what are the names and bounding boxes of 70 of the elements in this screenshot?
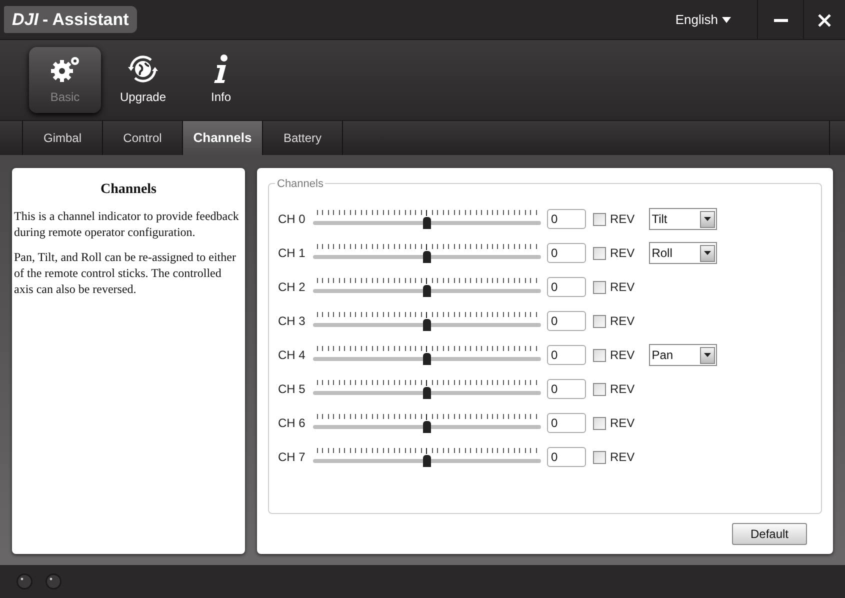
value-field[interactable]: 0 <box>547 379 586 399</box>
channel-label: CH 6 <box>278 415 306 432</box>
channel-label: CH 3 <box>278 313 306 330</box>
caret-icon <box>704 217 711 221</box>
channel-slider[interactable] <box>313 378 541 400</box>
rev-label: REV <box>610 313 635 330</box>
help-paragraph: Pan, Tilt, and Roll can be re-assigned to either of the remote control sticks. The controlled axis can also be reversed. <box>13 249 237 297</box>
channel-slider[interactable] <box>313 310 541 332</box>
rev-checkbox[interactable] <box>593 280 606 294</box>
slider-thumb[interactable] <box>423 251 431 263</box>
rev-checkbox[interactable] <box>593 212 606 226</box>
help-title: Channels <box>99 181 158 199</box>
app-logo: DJI - Assistant <box>4 6 137 33</box>
rev-label: REV <box>610 279 635 296</box>
status-led-icon <box>45 573 62 590</box>
rev-label: REV <box>610 347 635 364</box>
channel-label: CH 2 <box>278 279 306 296</box>
rev-label: REV <box>610 211 635 228</box>
rev-checkbox[interactable] <box>593 246 606 260</box>
value-field[interactable]: 0 <box>547 209 586 229</box>
slider-thumb[interactable] <box>423 353 431 365</box>
caret-icon <box>704 251 711 255</box>
axis-dropdown[interactable]: Pan <box>648 344 717 366</box>
rev-checkbox[interactable] <box>593 348 606 362</box>
axis-dropdown[interactable]: Roll <box>648 242 717 264</box>
rev-checkbox[interactable] <box>593 314 606 328</box>
gear-icon <box>48 54 82 84</box>
rev-label: REV <box>610 415 635 432</box>
caret-icon <box>722 17 731 23</box>
rev-checkbox[interactable] <box>593 382 606 396</box>
channel-slider[interactable] <box>313 412 541 434</box>
slider-thumb[interactable] <box>423 387 431 399</box>
slider-thumb[interactable] <box>423 421 431 433</box>
value-field[interactable]: 0 <box>547 277 586 297</box>
caret-icon <box>704 353 711 357</box>
channel-label: CH 4 <box>278 347 306 364</box>
rev-checkbox[interactable] <box>593 450 606 464</box>
rev-label: REV <box>610 449 635 466</box>
help-paragraph: This is a channel indicator to provide feedback during remote operator configuration. <box>13 208 240 240</box>
close-icon <box>818 14 831 26</box>
channel-slider[interactable] <box>313 208 541 230</box>
slider-thumb[interactable] <box>423 285 431 297</box>
channel-slider[interactable] <box>313 276 541 298</box>
toolbar-button[interactable]: Info <box>185 47 257 113</box>
rev-checkbox[interactable] <box>593 416 606 430</box>
channel-slider[interactable] <box>313 446 541 468</box>
value-field[interactable]: 0 <box>547 345 586 365</box>
value-field[interactable]: 0 <box>547 447 586 467</box>
channel-label: CH 7 <box>278 449 306 466</box>
default-button[interactable]: Default <box>732 523 807 545</box>
value-field[interactable]: 0 <box>547 243 586 263</box>
value-field[interactable]: 0 <box>547 413 586 433</box>
language-dropdown[interactable]: English <box>663 0 743 40</box>
globe-icon <box>126 54 160 84</box>
rev-label: REV <box>610 245 635 262</box>
channel-slider[interactable] <box>313 344 541 366</box>
minimize-icon <box>774 18 788 22</box>
tab[interactable]: Channels <box>183 121 263 155</box>
axis-dropdown[interactable]: Tilt <box>648 208 717 230</box>
slider-thumb[interactable] <box>423 455 431 467</box>
slider-thumb[interactable] <box>423 319 431 331</box>
channel-slider[interactable] <box>313 242 541 264</box>
value-field[interactable]: 0 <box>547 311 586 331</box>
status-led-icon <box>16 573 33 590</box>
rev-label: REV <box>610 381 635 398</box>
toolbar-button[interactable]: Upgrade <box>107 47 179 113</box>
channel-label: CH 1 <box>278 245 306 262</box>
slider-thumb[interactable] <box>423 217 431 229</box>
channel-label: CH 0 <box>278 211 306 228</box>
channel-label: CH 5 <box>278 381 306 398</box>
